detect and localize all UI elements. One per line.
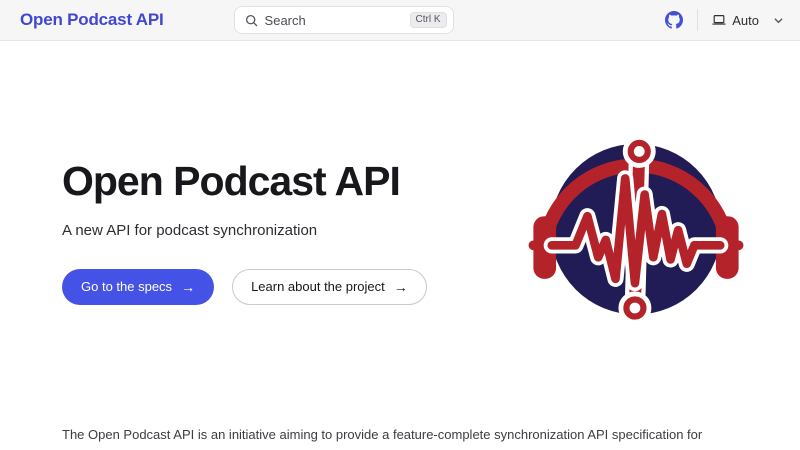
theme-label: Auto	[732, 13, 759, 28]
chevron-down-icon	[773, 15, 784, 26]
go-to-specs-label: Go to the specs	[81, 279, 172, 295]
hero-text-block: Open Podcast API A new API for podcast s…	[62, 117, 427, 305]
search-icon	[245, 14, 258, 27]
search-placeholder: Search	[265, 13, 410, 28]
laptop-icon	[712, 13, 726, 27]
search-input[interactable]: Search Ctrl K	[234, 6, 454, 34]
main-content: Open Podcast API A new API for podcast s…	[0, 41, 800, 450]
intro-paragraph: The Open Podcast API is an initiative ai…	[62, 424, 738, 450]
github-icon	[665, 11, 683, 29]
top-navbar: Open Podcast API Search Ctrl K Auto	[0, 0, 800, 41]
github-link[interactable]	[661, 7, 687, 33]
learn-about-project-button[interactable]: Learn about the project →	[232, 269, 427, 305]
hero-title: Open Podcast API	[62, 159, 427, 204]
hero-section: Open Podcast API A new API for podcast s…	[0, 41, 800, 340]
search-shortcut-badge: Ctrl K	[410, 12, 447, 28]
theme-switcher[interactable]: Auto	[710, 9, 786, 32]
hero-buttons: Go to the specs → Learn about the projec…	[62, 269, 427, 305]
open-podcast-api-logo	[528, 119, 744, 340]
header-divider	[697, 9, 698, 31]
arrow-right-icon: →	[394, 280, 408, 294]
go-to-specs-button[interactable]: Go to the specs →	[62, 269, 214, 305]
arrow-right-icon: →	[181, 280, 195, 294]
hero-tagline: A new API for podcast synchronization	[62, 222, 427, 239]
learn-about-project-label: Learn about the project	[251, 279, 385, 295]
site-title[interactable]: Open Podcast API	[20, 10, 164, 30]
